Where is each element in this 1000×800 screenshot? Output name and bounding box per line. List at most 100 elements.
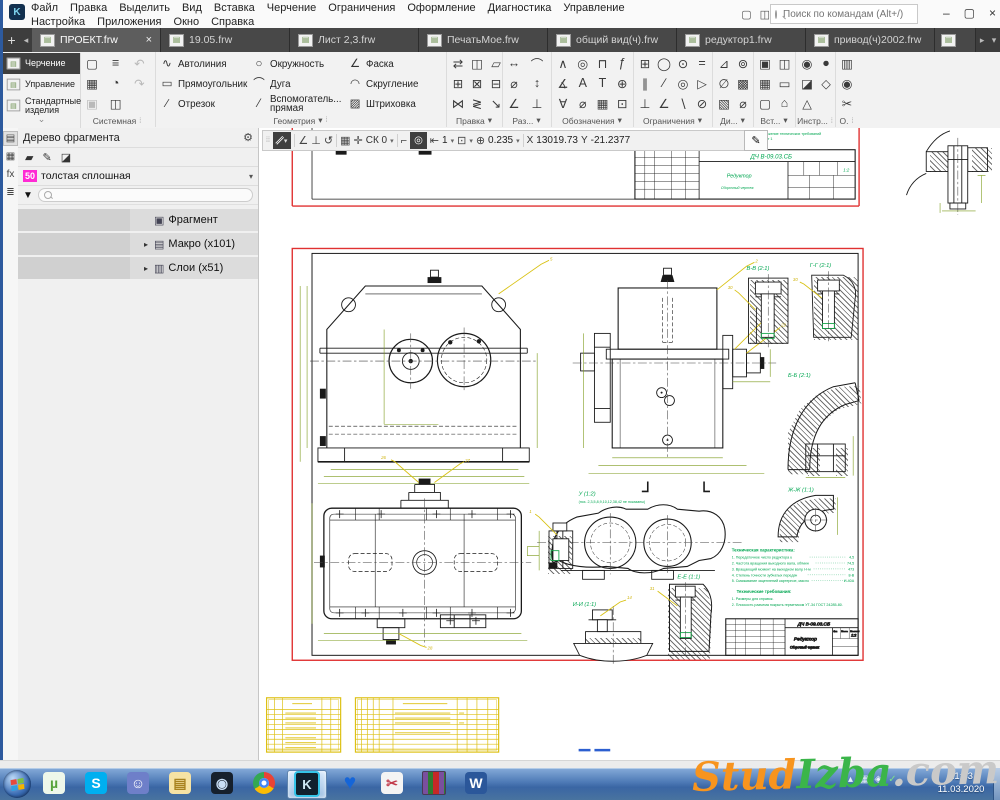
section-gg[interactable]: [800, 271, 856, 341]
dimension-tool-icon[interactable]: ⊥: [528, 94, 546, 112]
insert-tool-icon[interactable]: ▢: [756, 94, 774, 112]
geometry-tool[interactable]: ◠ Скругление: [348, 74, 446, 94]
edit-tool-icon[interactable]: ⊞: [449, 74, 467, 92]
taskbar-app-button[interactable]: ▤: [161, 770, 199, 797]
menu-item[interactable]: Окно: [168, 15, 206, 29]
tab-close-icon[interactable]: ×: [146, 34, 152, 46]
insert-tool-icon[interactable]: ◫: [776, 54, 794, 72]
panel-switcher-icon[interactable]: fx: [4, 168, 17, 181]
zoom-frame-icon[interactable]: ⊡: [457, 134, 466, 147]
edit-tool-icon[interactable]: ⊠: [468, 74, 486, 92]
rotate-icon[interactable]: ↺: [324, 134, 333, 147]
system-tool-icon[interactable]: ▢: [83, 54, 101, 72]
geometry-tool[interactable]: ∿ Автолиния: [160, 54, 252, 74]
spec-tables-selected[interactable]: [267, 698, 499, 752]
layout-split-icon[interactable]: ◫: [760, 8, 770, 21]
geometry-tool[interactable]: ▨ Штриховка: [348, 94, 446, 114]
menu-item[interactable]: Файл: [25, 1, 64, 15]
geometry-tool[interactable]: ∠ Фаска: [348, 54, 446, 74]
document-tab[interactable]: привод(ч)2002.frw ×: [806, 28, 935, 52]
ribbon-mode[interactable]: Черчение: [3, 53, 80, 74]
taskbar-app-button[interactable]: W: [457, 770, 495, 797]
taskbar-app-button[interactable]: [245, 770, 283, 797]
document-tab[interactable]: Лист 2,3.frw ×: [290, 28, 419, 52]
constraint-tool-icon[interactable]: ⊥: [636, 94, 654, 112]
system-tool-icon[interactable]: ↶: [130, 54, 148, 72]
detail-zh[interactable]: [778, 495, 837, 536]
constraint-tool-icon[interactable]: ∕: [655, 74, 673, 92]
taskbar-app-button[interactable]: ♥: [331, 770, 369, 797]
line-style-selector[interactable]: 50 толстая сплошная ▾: [18, 167, 258, 186]
diagnostic-tool-icon[interactable]: ▩: [734, 74, 752, 92]
constraint-tool-icon[interactable]: ∖: [674, 94, 692, 112]
notation-tool-icon[interactable]: ƒ: [613, 54, 631, 72]
gear-icon[interactable]: ⚙: [243, 131, 253, 144]
edit-tool-icon[interactable]: ⇄: [449, 54, 467, 72]
command-search[interactable]: [770, 4, 918, 24]
tree-search-input[interactable]: [38, 188, 253, 202]
constraint-tool-icon[interactable]: ▷: [693, 74, 711, 92]
constraint-tool-icon[interactable]: =: [693, 54, 711, 72]
minimize-button[interactable]: –: [943, 6, 950, 20]
menu-item[interactable]: Оформление: [401, 1, 481, 15]
notation-tool-icon[interactable]: T: [594, 74, 612, 92]
section-vv[interactable]: [735, 274, 788, 347]
taskbar-app-button[interactable]: S: [77, 770, 115, 797]
document-tab[interactable]: общий вид(ч).frw ×: [548, 28, 677, 52]
detail-ii[interactable]: [574, 600, 653, 665]
menu-item[interactable]: Диагностика: [482, 1, 558, 15]
ribbon-mode[interactable]: Управление: [3, 74, 80, 95]
taskbar-app-button[interactable]: K: [287, 770, 327, 799]
fragment-drawing[interactable]: ДЧ В-09.03.СБ Редуктор Сборочный чертеж …: [258, 128, 1000, 760]
section-bb[interactable]: [788, 383, 859, 478]
view-u[interactable]: [527, 505, 742, 580]
notation-tool-icon[interactable]: ⊕: [613, 74, 631, 92]
edit-tool-icon[interactable]: ◫: [468, 54, 486, 72]
diagnostic-tool-icon[interactable]: ∅: [715, 74, 733, 92]
tools-tool-icon[interactable]: ●: [817, 54, 835, 72]
dimension-tool-icon[interactable]: ↔: [505, 54, 523, 72]
tools-tool-icon[interactable]: ◪: [798, 74, 816, 92]
tools-tool-icon[interactable]: ◉: [798, 54, 816, 72]
detail-top-right[interactable]: [906, 131, 987, 215]
new-tab-button[interactable]: +: [3, 28, 20, 52]
menu-item[interactable]: Настройка: [25, 15, 91, 29]
menu-item[interactable]: Управление: [557, 1, 630, 15]
menu-item[interactable]: Ограничения: [322, 1, 401, 15]
document-tab[interactable]: 19.05.frw ×: [161, 28, 290, 52]
taskbar-app-button[interactable]: ▤: [415, 770, 453, 797]
panel-switcher-icon[interactable]: ▦: [4, 150, 17, 163]
taskbar-app-button[interactable]: ☺: [119, 770, 157, 797]
constraint-tool-icon[interactable]: ◯: [655, 54, 673, 72]
tab-stub[interactable]: [935, 28, 976, 52]
dimension-tool-icon[interactable]: ⌒: [528, 54, 546, 72]
insert-tool-icon[interactable]: ▭: [776, 74, 794, 92]
menu-item[interactable]: Вставка: [208, 1, 261, 15]
drawing-canvas[interactable]: ДЧ В-09.03.СБ Редуктор Сборочный чертеж …: [258, 128, 1000, 760]
expand-arrow-icon[interactable]: ▸: [144, 264, 154, 273]
constraint-tool-icon[interactable]: ∠: [655, 94, 673, 112]
diagnostic-tool-icon[interactable]: ⊚: [734, 54, 752, 72]
notation-tool-icon[interactable]: A: [574, 74, 592, 92]
document-tab[interactable]: ПРОЕКТ.frw ×: [32, 28, 161, 52]
layout-icon[interactable]: ▢: [741, 8, 751, 21]
constraint-tool-icon[interactable]: ∥: [636, 74, 654, 92]
close-button[interactable]: ×: [989, 6, 996, 20]
restore-button[interactable]: ▢: [964, 6, 975, 20]
diagnostic-tool-icon[interactable]: ⊿: [715, 54, 733, 72]
geometry-tool[interactable]: ⌒ Дуга: [252, 74, 348, 94]
menu-item[interactable]: Правка: [64, 1, 113, 15]
o-tool-icon[interactable]: ◉: [838, 74, 856, 92]
scale-select[interactable]: 1: [442, 135, 448, 146]
menu-item[interactable]: Выделить: [113, 1, 176, 15]
tab-list-button[interactable]: ▾: [988, 28, 1000, 52]
tab-scroll-left[interactable]: ◂: [20, 28, 32, 52]
notation-tool-icon[interactable]: ▦: [594, 94, 612, 112]
line-style-button[interactable]: ∥▾: [273, 132, 292, 149]
geometry-tool[interactable]: ⁄ Вспомогатель... прямая: [252, 94, 348, 114]
system-tool-icon[interactable]: ◔: [107, 74, 125, 92]
o-tool-icon[interactable]: ▥: [838, 54, 856, 72]
search-input[interactable]: [781, 8, 917, 21]
dimension-tool-icon[interactable]: ↕: [528, 74, 546, 92]
grid-icon[interactable]: ▦: [340, 134, 350, 147]
